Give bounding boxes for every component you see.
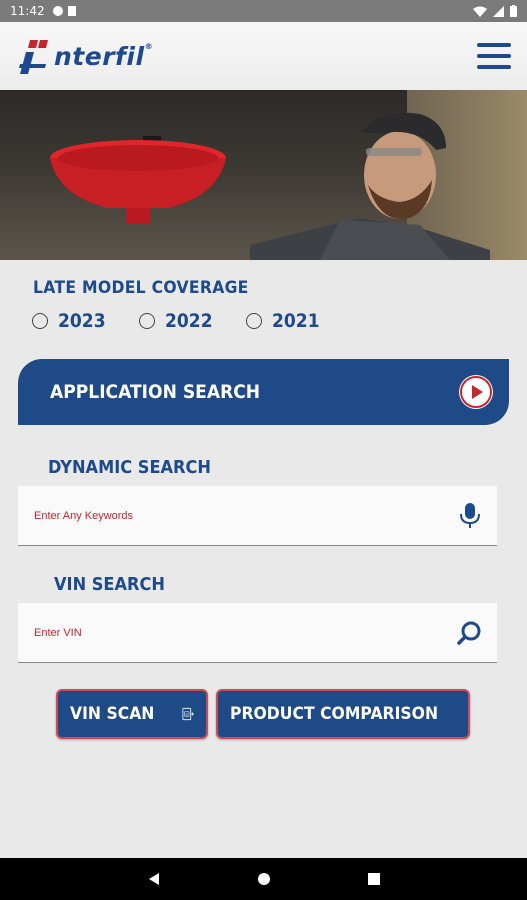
microphone-icon[interactable] <box>455 501 485 531</box>
year-radio-group: 2023 2022 2021 <box>32 310 325 332</box>
logo-mark-icon <box>19 40 48 74</box>
search-icon[interactable] <box>455 618 485 648</box>
dynamic-search-title: DYNAMIC SEARCH <box>48 457 211 478</box>
hero-image <box>0 90 527 260</box>
play-arrow-icon[interactable] <box>459 375 493 409</box>
battery-icon <box>510 5 517 17</box>
late-model-coverage-title: LATE MODEL COVERAGE <box>33 278 249 298</box>
recents-icon[interactable] <box>364 869 384 889</box>
radio-button[interactable] <box>32 313 48 329</box>
app-header: nterfil® <box>0 22 527 90</box>
logo-text: nterfil® <box>54 41 154 71</box>
sim-icon <box>67 6 76 16</box>
svg-text:ID: ID <box>185 712 188 716</box>
vin-scan-button[interactable]: VIN SCAN ID <box>56 689 208 739</box>
year-label: 2022 <box>164 310 213 332</box>
vin-search-title: VIN SEARCH <box>54 574 165 595</box>
notification-icon <box>52 6 63 16</box>
interfil-logo: nterfil® <box>16 36 153 76</box>
home-icon[interactable] <box>254 869 274 889</box>
back-icon[interactable] <box>144 869 164 889</box>
radio-button[interactable] <box>245 313 262 329</box>
product-comparison-label: PRODUCT COMPARISON <box>229 704 438 724</box>
status-time: 11:42 <box>10 4 45 18</box>
wifi-icon <box>473 6 487 17</box>
year-option-2021[interactable]: 2021 <box>245 310 325 332</box>
navigation-bar <box>0 858 527 900</box>
vin-scan-label: VIN SCAN <box>70 704 155 724</box>
status-right-icons <box>473 5 517 17</box>
product-comparison-button[interactable]: PRODUCT COMPARISON <box>216 689 470 739</box>
year-option-2023[interactable]: 2023 <box>32 310 111 332</box>
vin-scan-icon: ID <box>182 707 194 721</box>
year-label: 2021 <box>271 310 320 332</box>
keyword-search-input[interactable] <box>34 509 455 522</box>
vin-input[interactable] <box>34 626 455 639</box>
vin-search-field <box>18 603 497 663</box>
dynamic-search-field <box>18 486 497 546</box>
mechanic-illustration <box>250 112 490 260</box>
signal-icon <box>493 5 504 17</box>
year-label: 2023 <box>58 310 106 332</box>
application-search-button[interactable]: APPLICATION SEARCH <box>18 359 509 425</box>
status-bar: 11:42 <box>0 0 527 22</box>
year-option-2022[interactable]: 2022 <box>138 310 218 332</box>
hamburger-menu-icon[interactable] <box>477 43 511 69</box>
application-search-label: APPLICATION SEARCH <box>50 381 261 403</box>
status-notification-icons <box>52 6 76 16</box>
radio-button[interactable] <box>138 313 155 329</box>
oil-drain-pan-illustration <box>50 136 226 224</box>
